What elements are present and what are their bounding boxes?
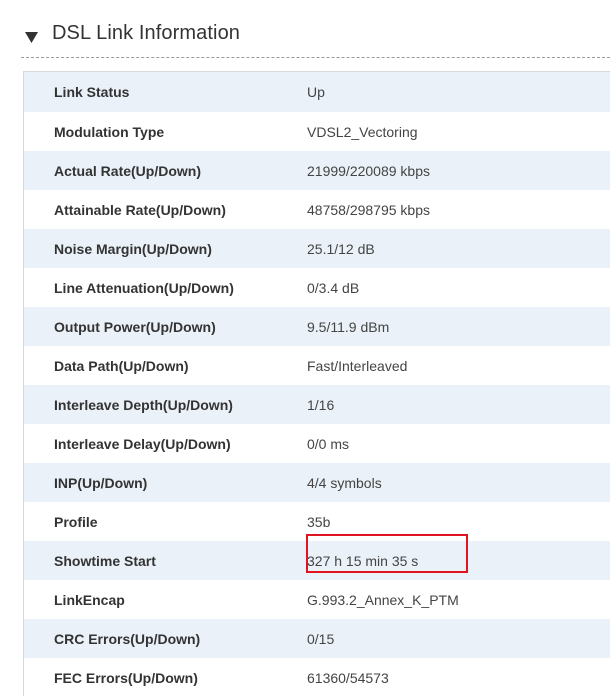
dsl-info-table: Link Status Up Modulation Type VDSL2_Vector… xyxy=(23,71,610,696)
table-row: Interleave Depth(Up/Down) 1/16 xyxy=(24,385,610,424)
row-value: 327 h 15 min 35 s xyxy=(307,552,419,569)
table-row: Showtime Start 327 h 15 min 35 s xyxy=(24,541,610,580)
table-row: LinkEncap G.993.2_Annex_K_PTM xyxy=(24,580,610,619)
table-row: Noise Margin(Up/Down) 25.1/12 dB xyxy=(24,229,610,268)
row-value: 61360/54573 xyxy=(307,669,389,686)
row-label: Link Status xyxy=(54,84,130,100)
row-value: G.993.2_Annex_K_PTM xyxy=(307,591,459,608)
row-label: Profile xyxy=(54,513,98,530)
table-row: CRC Errors(Up/Down) 0/15 xyxy=(24,619,610,658)
section-title: DSL Link Information xyxy=(52,22,241,44)
table-row: FEC Errors(Up/Down) 61360/54573 xyxy=(24,658,610,696)
row-value: 0/15 xyxy=(307,630,335,647)
table-row: Interleave Delay(Up/Down) 0/0 ms xyxy=(24,424,610,463)
table-row: Attainable Rate(Up/Down) 48758/298795 kbp… xyxy=(24,190,610,229)
row-label: Line Attenuation(Up/Down) xyxy=(54,279,234,296)
table-row: Line Attenuation(Up/Down) 0/3.4 dB xyxy=(24,268,610,307)
row-value: 0/3.4 dB xyxy=(307,279,360,296)
section-header-dsl-link-information[interactable]: DSL Link Information xyxy=(21,19,610,58)
row-label: Actual Rate(Up/Down) xyxy=(54,162,201,179)
row-label: INP(Up/Down) xyxy=(54,474,148,491)
table-row: Output Power(Up/Down) 9.5/11.9 dBm xyxy=(24,307,610,346)
row-label: FEC Errors(Up/Down) xyxy=(54,669,198,686)
table-row: Modulation Type VDSL2_Vectoring xyxy=(24,112,610,151)
row-value: Up xyxy=(307,84,325,100)
row-label: Attainable Rate(Up/Down) xyxy=(54,201,226,218)
row-value: 9.5/11.9 dBm xyxy=(307,318,390,335)
row-value: VDSL2_Vectoring xyxy=(307,123,418,140)
table-row: Actual Rate(Up/Down) 21999/220089 kbps xyxy=(24,151,610,190)
row-label: LinkEncap xyxy=(54,591,125,608)
row-label: CRC Errors(Up/Down) xyxy=(54,630,201,647)
table-row: Profile 35b xyxy=(24,502,610,541)
row-value: 25.1/12 dB xyxy=(307,240,375,257)
row-label: Data Path(Up/Down) xyxy=(54,357,189,374)
table-row: Data Path(Up/Down) Fast/Interleaved xyxy=(24,346,610,385)
table-row: INP(Up/Down) 4/4 symbols xyxy=(24,463,610,502)
row-value: 35b xyxy=(307,513,331,530)
row-label: Showtime Start xyxy=(54,552,156,569)
row-value: 0/0 ms xyxy=(307,435,350,452)
triangle-down-icon[interactable] xyxy=(25,30,38,44)
row-label: Interleave Depth(Up/Down) xyxy=(54,396,233,413)
table-row: Link Status Up xyxy=(24,72,610,112)
row-value: 48758/298795 kbps xyxy=(307,201,430,218)
row-value: 1/16 xyxy=(307,396,335,413)
row-value: 21999/220089 kbps xyxy=(307,162,430,179)
row-value: Fast/Interleaved xyxy=(307,357,408,374)
row-label: Interleave Delay(Up/Down) xyxy=(54,435,231,452)
row-label: Noise Margin(Up/Down) xyxy=(54,240,212,257)
row-label: Output Power(Up/Down) xyxy=(54,318,216,335)
row-label: Modulation Type xyxy=(54,123,165,140)
row-value: 4/4 symbols xyxy=(307,474,382,491)
page: DSL Link Information Link Status Up Modula… xyxy=(0,0,610,696)
